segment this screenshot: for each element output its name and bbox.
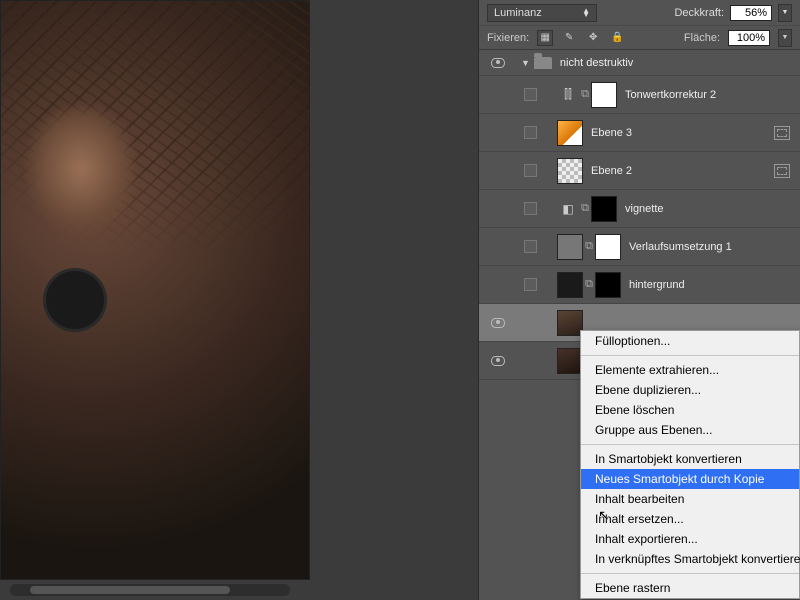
layer-thumb[interactable]	[557, 234, 583, 260]
canvas-art-detail	[46, 271, 104, 329]
link-mask-icon[interactable]: ⧉	[583, 238, 595, 256]
layer-row[interactable]: ⫿⫿ ⧉ Tonwertkorrektur 2	[479, 76, 800, 114]
layer-mask-thumb[interactable]	[591, 196, 617, 222]
layer-name[interactable]: Ebene 3	[591, 127, 632, 139]
context-menu-item[interactable]: Ebene löschen	[581, 400, 799, 420]
layer-checkbox[interactable]	[524, 88, 537, 101]
layer-row[interactable]: ◧ ⧉ vignette	[479, 190, 800, 228]
layer-mask-thumb[interactable]	[595, 272, 621, 298]
layer-thumb[interactable]	[557, 158, 583, 184]
context-menu-item[interactable]: In verknüpftes Smartobjekt konvertieren	[581, 549, 799, 569]
disclose-triangle-icon[interactable]: ▼	[521, 58, 530, 68]
link-mask-icon[interactable]: ⧉	[579, 86, 591, 104]
layer-end-icon[interactable]	[774, 164, 790, 178]
layer-row[interactable]: Ebene 3	[479, 114, 800, 152]
layer-name[interactable]: Ebene 2	[591, 165, 632, 177]
opacity-label: Deckkraft:	[674, 7, 724, 19]
link-mask-icon[interactable]: ⧉	[579, 200, 591, 218]
opacity-input[interactable]: 56%	[730, 5, 772, 21]
layer-row[interactable]: Ebene 2	[479, 152, 800, 190]
context-menu-item[interactable]: Ebene rastern	[581, 578, 799, 598]
canvas-scrollbar-horizontal[interactable]	[10, 584, 290, 596]
context-menu-item[interactable]: Inhalt exportieren...	[581, 529, 799, 549]
visibility-eye-icon[interactable]	[491, 318, 505, 328]
lock-all-icon[interactable]: 🔒	[609, 30, 625, 46]
context-menu-item[interactable]: Gruppe aus Ebenen...	[581, 420, 799, 440]
context-menu-item[interactable]: Fülloptionen...	[581, 331, 799, 351]
context-menu-item[interactable]: Inhalt ersetzen...	[581, 509, 799, 529]
fill-input[interactable]: 100%	[728, 30, 770, 46]
layer-name[interactable]: Verlaufsumsetzung 1	[629, 241, 732, 253]
layer-group-row[interactable]: ▼ nicht destruktiv	[479, 50, 800, 76]
layer-name[interactable]: Tonwertkorrektur 2	[625, 89, 716, 101]
folder-icon	[534, 57, 552, 69]
solid-fill-icon: ◧	[557, 202, 579, 216]
context-menu-item[interactable]: Inhalt bearbeiten	[581, 489, 799, 509]
layer-checkbox[interactable]	[524, 278, 537, 291]
lock-label: Fixieren:	[487, 32, 529, 44]
blend-mode-select[interactable]: Luminanz ▲▼	[487, 4, 597, 22]
context-menu-item[interactable]: Neues Smartobjekt durch Kopie	[581, 469, 799, 489]
menu-separator	[581, 355, 799, 356]
levels-adjustment-icon: ⫿⫿	[557, 87, 579, 102]
blend-mode-value: Luminanz	[494, 7, 542, 19]
layer-checkbox[interactable]	[524, 240, 537, 253]
layer-thumb[interactable]	[557, 120, 583, 146]
layer-thumb[interactable]	[557, 272, 583, 298]
visibility-eye-icon[interactable]	[491, 356, 505, 366]
document-canvas[interactable]	[0, 0, 310, 580]
lock-fill-row: Fixieren: ▦ ✎ ✥ 🔒 Fläche: 100% ▼	[479, 26, 800, 50]
lock-position-icon[interactable]: ✥	[585, 30, 601, 46]
layer-checkbox[interactable]	[524, 164, 537, 177]
blend-opacity-row: Luminanz ▲▼ Deckkraft: 56% ▼	[479, 0, 800, 26]
lock-pixels-icon[interactable]: ✎	[561, 30, 577, 46]
context-menu-item[interactable]: In Smartobjekt konvertieren	[581, 449, 799, 469]
layer-end-icon[interactable]	[774, 126, 790, 140]
menu-separator	[581, 444, 799, 445]
layer-context-menu: Fülloptionen...Elemente extrahieren...Eb…	[580, 330, 800, 599]
fill-label: Fläche:	[684, 32, 720, 44]
layer-name[interactable]: hintergrund	[629, 279, 685, 291]
layer-checkbox[interactable]	[524, 202, 537, 215]
layer-row[interactable]: ⧉ hintergrund	[479, 266, 800, 304]
context-menu-item[interactable]: Ebene duplizieren...	[581, 380, 799, 400]
layer-row[interactable]: ⧉ Verlaufsumsetzung 1	[479, 228, 800, 266]
context-menu-item[interactable]: Elemente extrahieren...	[581, 360, 799, 380]
fill-stepper[interactable]: ▼	[778, 29, 792, 47]
link-mask-icon[interactable]: ⧉	[583, 276, 595, 294]
menu-separator	[581, 573, 799, 574]
opacity-stepper[interactable]: ▼	[778, 4, 792, 22]
visibility-eye-icon[interactable]	[491, 58, 505, 68]
layer-mask-thumb[interactable]	[591, 82, 617, 108]
layer-name[interactable]: vignette	[625, 203, 664, 215]
group-name[interactable]: nicht destruktiv	[560, 57, 633, 69]
layer-mask-thumb[interactable]	[595, 234, 621, 260]
lock-transparency-icon[interactable]: ▦	[537, 30, 553, 46]
select-arrows-icon: ▲▼	[582, 9, 590, 17]
layer-checkbox[interactable]	[524, 126, 537, 139]
